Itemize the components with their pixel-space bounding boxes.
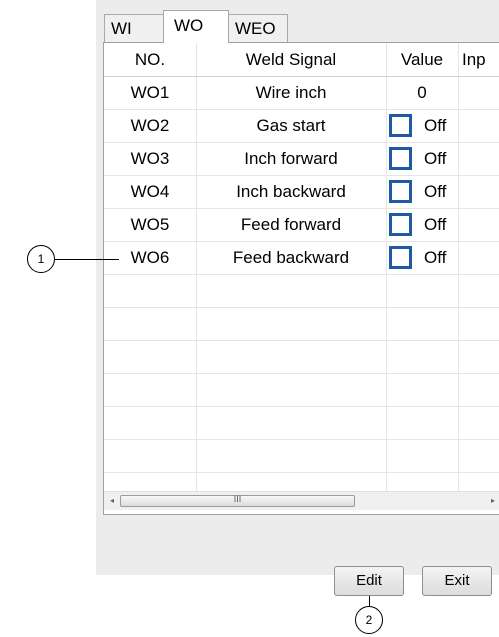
grid-line [386,43,387,491]
column-header-inp[interactable]: Inp [458,43,499,77]
table-row-signal: Wire inch [255,83,327,102]
callout-marker-2: 2 [355,606,383,634]
scroll-right-icon[interactable]: ▸ [485,492,499,510]
scroll-left-icon[interactable]: ◂ [104,492,120,510]
exit-button[interactable]: Exit [422,566,492,596]
value-checkbox[interactable] [389,180,412,203]
horizontal-scrollbar[interactable]: ◂ III ▸ [104,491,499,510]
table-row-no: WO6 [130,248,170,267]
column-header-no[interactable]: NO. [104,43,196,77]
value-checkbox[interactable] [389,213,412,236]
callout-leader-1 [55,259,119,260]
edit-button[interactable]: Edit [334,566,404,596]
value-checkbox[interactable] [389,114,412,137]
table-row-no: WO5 [130,215,170,234]
grid-line [104,472,499,473]
table-row-signal: Feed backward [232,248,350,267]
value-off-text: Off [424,182,447,201]
table-row-no: WO3 [130,149,170,168]
value-off-text: Off [424,215,447,234]
grid-line [104,439,499,440]
value-checkbox[interactable] [389,147,412,170]
scroll-thumb[interactable]: III [120,495,355,507]
grid-line [104,373,499,374]
value-off-text: Off [424,149,447,168]
grid-line [104,307,499,308]
table-row-value: 0 [417,83,427,102]
grid-line [104,274,499,275]
tab-weo[interactable]: WEO [228,14,288,42]
tab-wo[interactable]: WO [163,10,229,43]
callout-marker-1: 1 [27,245,55,273]
table-row-no: WO1 [130,83,170,102]
value-checkbox[interactable] [389,246,412,269]
value-off-text: Off [424,248,447,267]
signal-table: NO. Weld Signal Value Inp WO1 Wire inch … [103,42,499,515]
table-row-signal: Inch forward [244,149,338,168]
table-row-no: WO2 [130,116,170,135]
column-header-value[interactable]: Value [386,43,458,77]
table-row-signal: Gas start [256,116,326,135]
grid-line [104,340,499,341]
table-row-signal: Feed forward [240,215,342,234]
grid-line [458,43,459,491]
grid-line [104,406,499,407]
value-off-text: Off [424,116,447,135]
table-row-signal: Inch backward [236,182,346,201]
tab-wi[interactable]: WI [104,14,164,42]
column-header-weld-signal[interactable]: Weld Signal [196,43,386,77]
table-row-no: WO4 [130,182,170,201]
